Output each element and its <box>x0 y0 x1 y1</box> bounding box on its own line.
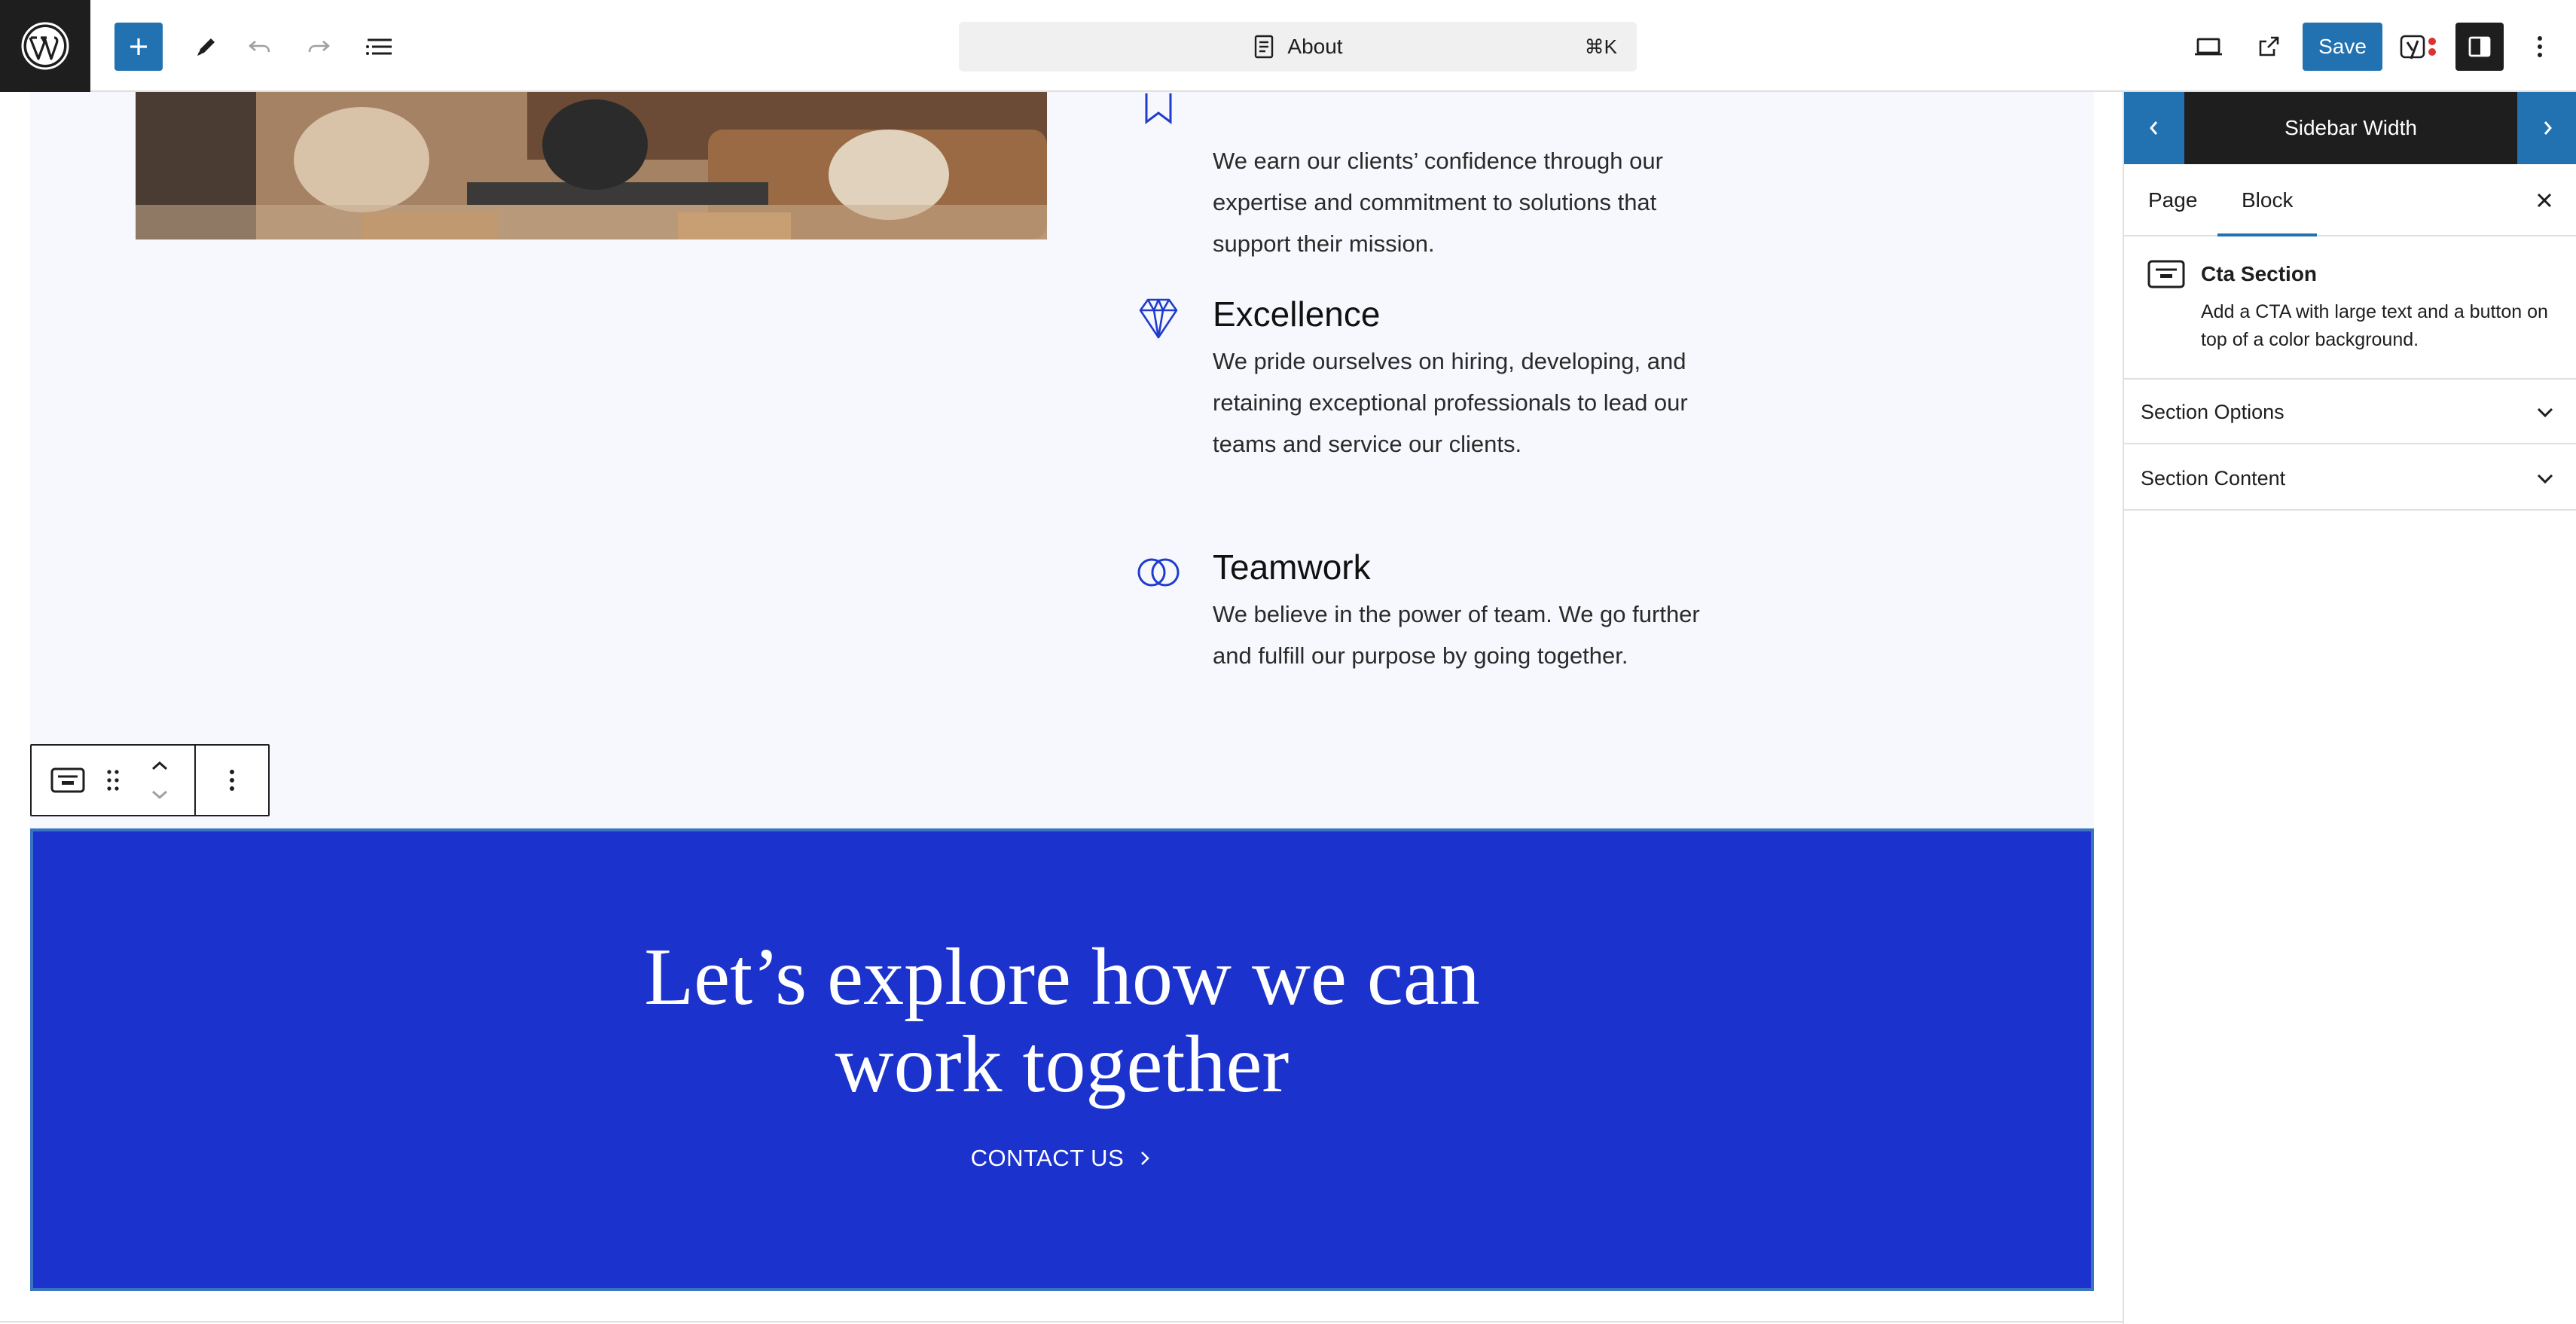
value-text: We earn our clients’ confidence through … <box>1213 148 1663 257</box>
value-text: We believe in the power of team. We go f… <box>1213 601 1700 669</box>
block-type-button[interactable] <box>45 758 90 803</box>
plus-icon <box>130 38 147 55</box>
sidebar-widen-button[interactable] <box>2517 92 2576 164</box>
value-text: We pride ourselves on hiring, developing… <box>1213 348 1688 457</box>
more-vertical-icon <box>230 770 234 791</box>
settings-sidebar: Sidebar Width Page Block Cta Section Add… <box>2123 92 2576 1324</box>
add-block-button[interactable] <box>114 23 163 71</box>
cta-block-icon <box>2147 260 2185 288</box>
chevron-up-icon <box>152 761 167 770</box>
panel-section-content[interactable]: Section Content <box>2124 446 2576 511</box>
tab-page[interactable]: Page <box>2124 164 2221 236</box>
contact-us-label: CONTACT US <box>970 1145 1125 1171</box>
value-item-teamwork[interactable]: Teamwork We believe in the power of team… <box>1134 547 1737 697</box>
contact-us-link[interactable]: CONTACT US <box>33 1145 2091 1172</box>
value-title: Excellence <box>1213 294 1381 334</box>
chevron-down-icon <box>152 790 167 800</box>
wordpress-logo-icon[interactable] <box>0 0 90 92</box>
panel-section-options[interactable]: Section Options <box>2124 380 2576 444</box>
team-meeting-photo[interactable] <box>136 92 1047 239</box>
value-title: Teamwork <box>1213 548 1371 587</box>
block-name: Cta Section <box>2201 262 2318 285</box>
close-sidebar-button[interactable] <box>2528 184 2561 217</box>
interlocking-rings-icon <box>1137 558 1180 587</box>
cta-block-icon <box>50 767 85 793</box>
editor-canvas: We earn our clients’ confidence through … <box>0 92 2123 1324</box>
yoast-seo-button[interactable] <box>2395 23 2443 71</box>
more-vertical-icon <box>2538 36 2542 57</box>
view-page-button[interactable] <box>2245 23 2293 71</box>
chevron-right-icon <box>1141 1152 1150 1165</box>
drag-handle[interactable] <box>96 758 130 803</box>
chevron-down-icon <box>2537 474 2553 484</box>
chevron-down-icon <box>2537 407 2553 418</box>
cta-section-block[interactable]: Let’s explore how we can work together C… <box>30 828 2094 1291</box>
preview-button[interactable] <box>2184 23 2233 71</box>
list-view-icon <box>366 38 392 55</box>
sidebar-tabs: Page Block <box>2124 164 2576 236</box>
document-title: About <box>1287 35 1343 58</box>
pencil-icon <box>197 38 215 56</box>
sidebar-icon <box>2468 36 2491 57</box>
block-card: Cta Section Add a CTA with large text an… <box>2124 236 2576 380</box>
save-button[interactable]: Save <box>2303 23 2382 71</box>
page-icon <box>1255 35 1274 59</box>
undo-icon <box>249 41 270 53</box>
chevron-right-icon <box>2544 121 2552 135</box>
tools-button[interactable] <box>182 23 230 71</box>
undo-button[interactable] <box>235 23 283 71</box>
tab-block[interactable]: Block <box>2217 164 2318 236</box>
options-menu-button[interactable] <box>2516 23 2564 71</box>
external-link-icon <box>2259 36 2279 56</box>
drag-handle-icon <box>107 770 119 791</box>
value-item-excellence[interactable]: Excellence We pride ourselves on hiring,… <box>1134 294 1737 490</box>
move-up-button[interactable] <box>137 753 182 779</box>
canvas-divider <box>0 1321 2123 1322</box>
panel-title: Section Options <box>2141 401 2285 423</box>
move-down-button[interactable] <box>137 782 182 807</box>
desktop-icon <box>2195 38 2222 56</box>
ribbon-icon <box>1145 93 1172 124</box>
cta-heading-line: work together <box>835 1020 1290 1109</box>
sidebar-narrow-button[interactable] <box>2124 92 2184 164</box>
chevron-left-icon <box>2150 121 2158 135</box>
yoast-icon <box>2400 35 2436 59</box>
close-icon <box>2537 193 2552 208</box>
block-options-button[interactable] <box>209 758 255 803</box>
values-section[interactable]: We earn our clients’ confidence through … <box>30 92 2094 830</box>
sidebar-width-title: Sidebar Width <box>2285 116 2417 139</box>
block-description: Add a CTA with large text and a button o… <box>2201 301 2548 350</box>
diamond-icon <box>1139 298 1178 339</box>
settings-toggle-button[interactable] <box>2455 23 2504 71</box>
cta-heading[interactable]: Let’s explore how we can work together <box>33 934 2091 1109</box>
cta-heading-line: Let’s explore how we can <box>644 932 1480 1022</box>
redo-button[interactable] <box>295 23 343 71</box>
sidebar-width-bar: Sidebar Width <box>2124 92 2576 164</box>
toolbar-divider <box>194 746 196 815</box>
panel-title: Section Content <box>2141 467 2286 490</box>
block-toolbar <box>30 744 270 816</box>
value-item-confidence[interactable]: We earn our clients’ confidence through … <box>1134 62 1737 258</box>
document-overview-button[interactable] <box>356 23 404 71</box>
redo-icon <box>308 41 330 53</box>
